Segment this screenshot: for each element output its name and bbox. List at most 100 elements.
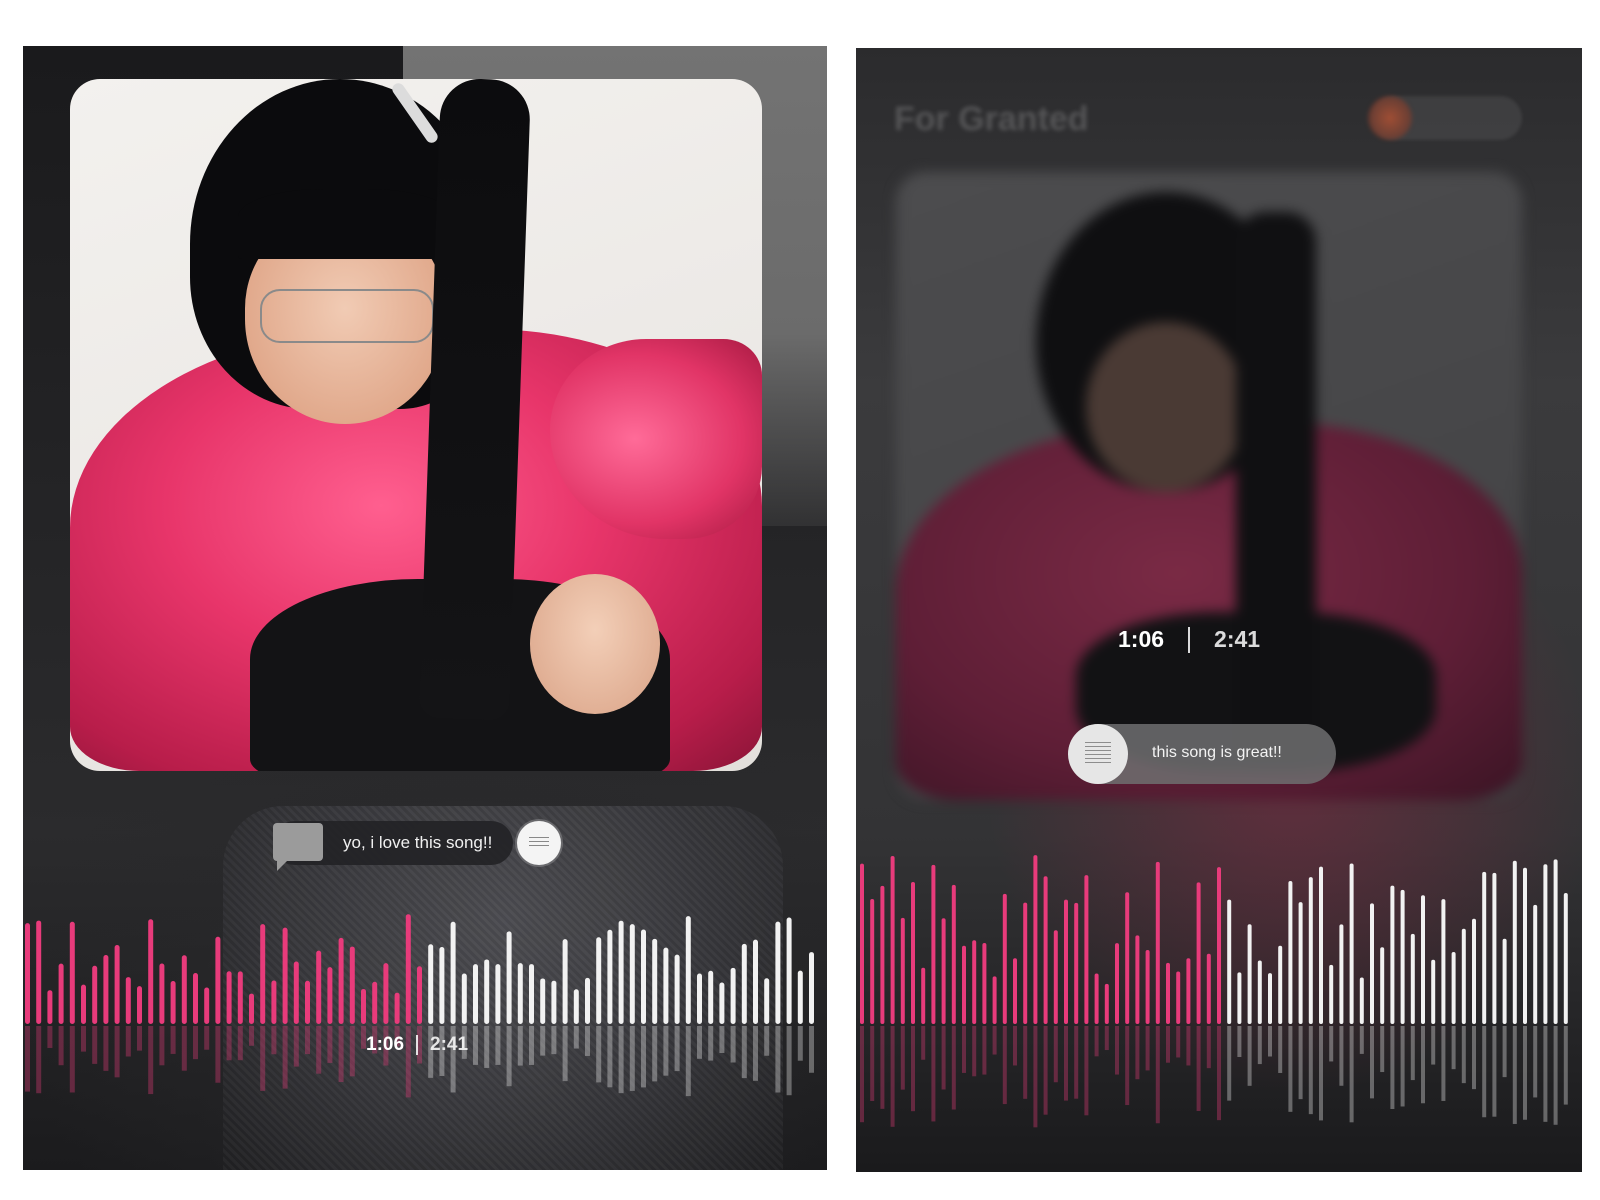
wave-bar (1176, 971, 1181, 1024)
wave-bar (1451, 952, 1456, 1024)
wave-bar (663, 947, 669, 1024)
comment-text: yo, i love this song!! (343, 833, 493, 852)
wave-bar-reflection (786, 1026, 792, 1096)
wave-bar-reflection (685, 1026, 691, 1097)
comment-bubble[interactable]: yo, i love this song!! (273, 821, 561, 871)
wave-bar-reflection (114, 1026, 120, 1078)
wave-bar (1043, 876, 1048, 1024)
wave-bar (36, 920, 42, 1024)
wave-bar (880, 885, 885, 1024)
wave-bar (69, 921, 75, 1024)
wave-bar-reflection (327, 1026, 333, 1063)
comment-icon (273, 823, 323, 871)
wave-bar (484, 959, 490, 1024)
wave-bar (786, 917, 792, 1024)
wave-bar-reflection (1278, 1026, 1283, 1073)
wave-bar (685, 916, 691, 1024)
wave-bar-reflection (663, 1026, 669, 1076)
avatar-icon[interactable] (1368, 96, 1412, 140)
wave-bar (1278, 945, 1283, 1024)
wave-bar (417, 966, 422, 1024)
wave-bar-reflection (719, 1026, 725, 1054)
wave-bar (394, 992, 400, 1024)
time-separator (1188, 626, 1191, 653)
wave-bar (305, 980, 310, 1024)
elapsed-time: 1:06 (1118, 626, 1165, 652)
comment-bubble[interactable]: this song is great!! (1068, 724, 1336, 784)
wave-bar (753, 939, 758, 1024)
avatar-icon[interactable] (517, 821, 561, 865)
wave-bar-reflection (1237, 1026, 1242, 1058)
wave-bar (562, 939, 568, 1024)
wave-bar (1533, 904, 1538, 1024)
wave-bar-reflection (870, 1026, 875, 1101)
wave-bar (271, 980, 277, 1024)
wave-bar-reflection (1288, 1026, 1293, 1112)
wave-bar-reflection (1033, 1026, 1038, 1128)
wave-bar (551, 980, 557, 1024)
wave-bar-reflection (1023, 1026, 1028, 1099)
wave-bar (860, 863, 864, 1024)
wave-bar-reflection (36, 1026, 42, 1094)
wave-bar (1064, 899, 1068, 1024)
wave-bar-reflection (1502, 1026, 1507, 1078)
wave-bar-reflection (982, 1026, 987, 1075)
wave-bar-reflection (1155, 1026, 1160, 1124)
wave-bar (1319, 866, 1323, 1024)
wave-bar-reflection (148, 1026, 154, 1095)
wave-bar (697, 973, 702, 1024)
wave-bar (529, 964, 534, 1024)
comment-text: this song is great!! (1152, 744, 1282, 761)
wave-bar (1104, 983, 1109, 1024)
wave-bar-reflection (1298, 1026, 1303, 1100)
album-art[interactable] (70, 79, 762, 771)
avatar-icon[interactable] (1068, 724, 1128, 784)
wave-bar-reflection (1451, 1026, 1456, 1070)
wave-bar (237, 971, 243, 1024)
wave-bar (618, 920, 624, 1024)
time-separator (416, 1035, 419, 1055)
wave-bar-reflection (170, 1026, 176, 1054)
wave-bar-reflection (540, 1026, 546, 1056)
wave-bar-reflection (1482, 1026, 1487, 1118)
wave-bar-reflection (992, 1026, 997, 1055)
wave-bar-reflection (1206, 1026, 1211, 1069)
wave-bar-reflection (1329, 1026, 1334, 1062)
wave-bar (159, 963, 165, 1024)
wave-bar (1166, 962, 1170, 1024)
wave-bar (92, 965, 98, 1024)
wave-bar-reflection (316, 1026, 322, 1074)
wave-bar (1115, 943, 1119, 1024)
wave-bar (641, 929, 646, 1024)
wave-bar-reflection (708, 1026, 714, 1061)
wave-bar (249, 993, 254, 1024)
wave-bar (383, 963, 389, 1024)
wave-bar-reflection (1104, 1026, 1109, 1051)
wave-bar-reflection (1257, 1026, 1262, 1065)
wave-bar (1512, 860, 1517, 1024)
wave-bar-reflection (890, 1026, 895, 1127)
wave-bar-reflection (529, 1026, 534, 1065)
wave-bar (674, 954, 680, 1024)
total-time: 2:41 (1214, 626, 1261, 652)
wave-bar (170, 981, 176, 1024)
wave-bar (473, 964, 478, 1024)
art-knee (530, 574, 660, 714)
art-glasses (260, 289, 434, 343)
waveform-scrubber[interactable] (23, 906, 827, 1106)
wave-bar-reflection (674, 1026, 680, 1072)
wave-bar (809, 952, 814, 1024)
track-title: For Granted (894, 100, 1089, 138)
waveform-scrubber[interactable] (856, 838, 1582, 1138)
wave-bar-reflection (1370, 1026, 1374, 1099)
wave-bar-reflection (260, 1026, 266, 1091)
wave-bar-reflection (215, 1026, 221, 1083)
wave-bar (137, 986, 142, 1024)
wave-bar-reflection (1217, 1026, 1221, 1121)
wave-bar (941, 918, 946, 1024)
wave-bar-reflection (1543, 1026, 1548, 1122)
wave-bar (573, 989, 579, 1024)
wave-bar-reflection (585, 1026, 590, 1056)
wave-bar (962, 945, 966, 1024)
wave-bar (193, 973, 198, 1024)
